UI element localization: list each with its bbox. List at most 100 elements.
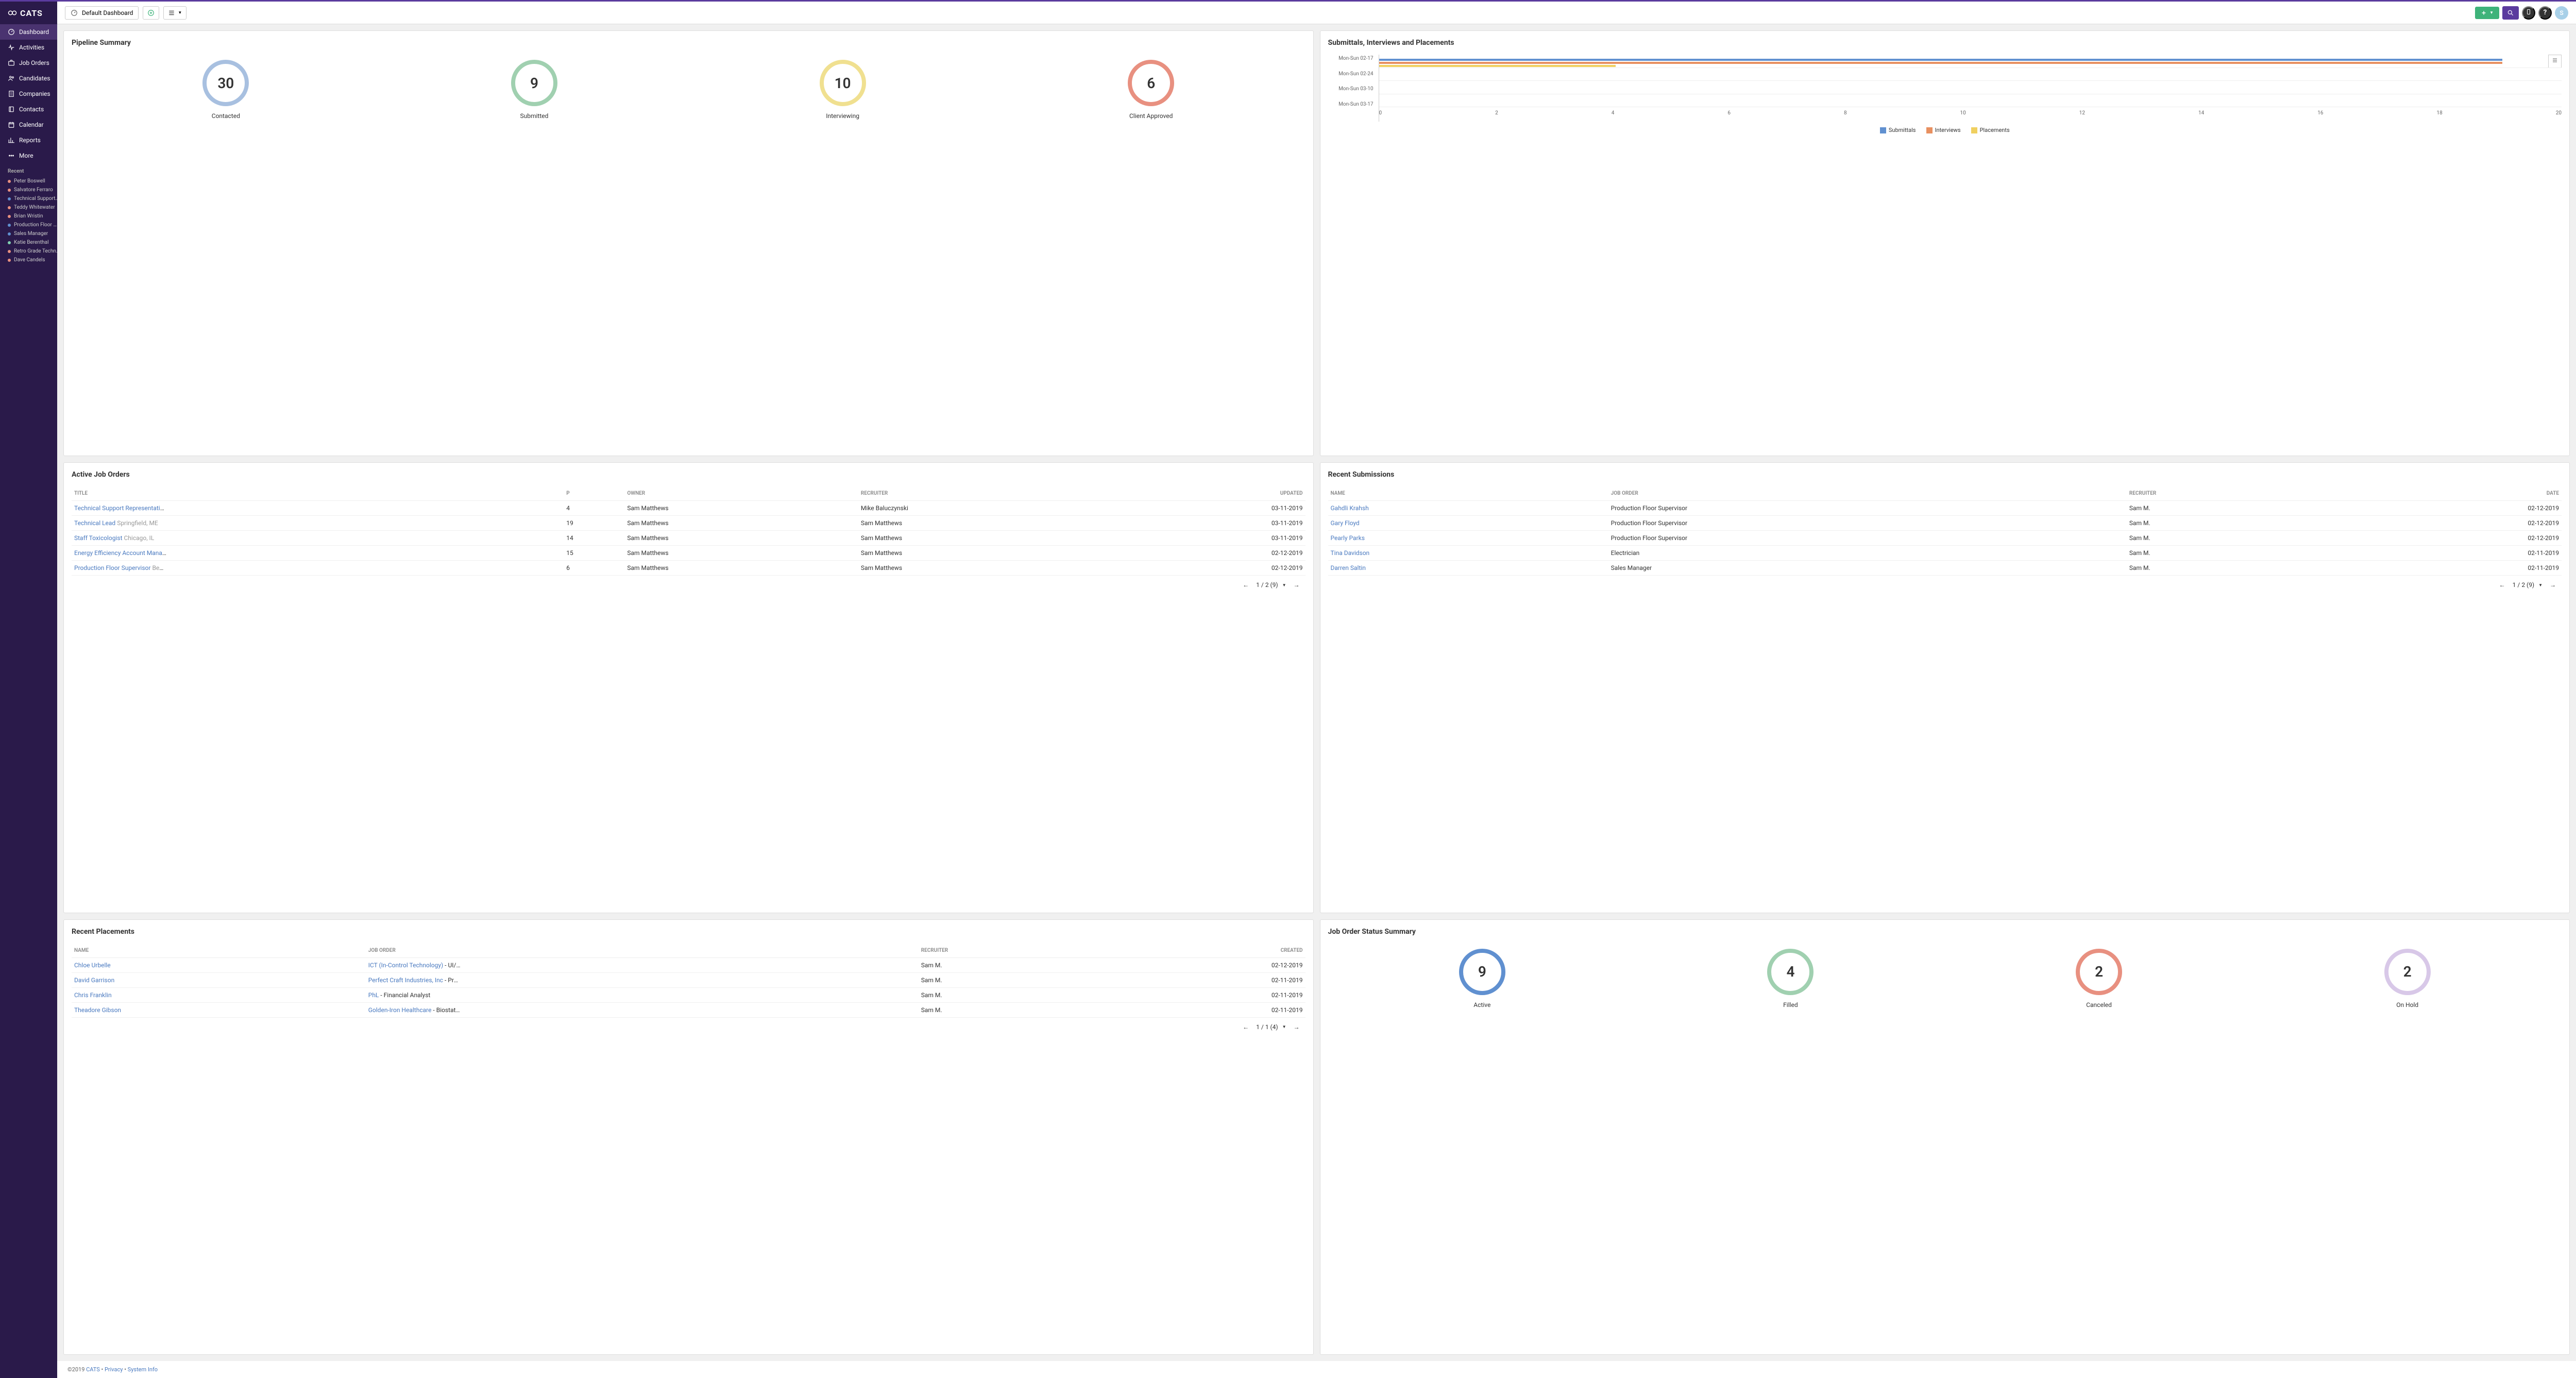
dashboard-menu-button[interactable]: ▼: [163, 6, 187, 20]
column-header[interactable]: JOB ORDER: [366, 944, 919, 958]
sidebar-item-more[interactable]: More: [0, 148, 57, 163]
table-row: Gary FloydProduction Floor SupervisorSam…: [1328, 516, 2562, 531]
cell-recruiter: Sam M.: [919, 987, 1100, 1002]
location-text: Chicago, IL: [124, 534, 154, 542]
candidate-link[interactable]: Chloe Urbelle: [74, 962, 111, 969]
candidate-link[interactable]: Pearly Parks: [1331, 534, 1365, 542]
job-link[interactable]: Energy Efficiency Account Manager: [74, 549, 167, 557]
user-avatar[interactable]: S: [2555, 6, 2568, 20]
pager-text[interactable]: 1 / 2 (9): [1256, 581, 1278, 589]
metric-item[interactable]: 6Client Approved: [1128, 60, 1174, 120]
prev-page-button[interactable]: ←: [1240, 580, 1252, 590]
recent-item[interactable]: Production Floor …: [0, 221, 57, 229]
candidate-link[interactable]: Darren Saltin: [1331, 564, 1366, 572]
column-header[interactable]: CREATED: [1100, 944, 1306, 958]
mobile-button[interactable]: [2522, 6, 2535, 20]
add-dashboard-button[interactable]: [143, 6, 159, 20]
brand-logo[interactable]: CATS: [0, 2, 57, 24]
column-header[interactable]: RECRUITER: [919, 944, 1100, 958]
recent-item[interactable]: Retro Grade Techn…: [0, 247, 57, 256]
metric-item[interactable]: 9Submitted: [511, 60, 557, 120]
sidebar-item-job-orders[interactable]: Job Orders: [0, 55, 57, 71]
company-link[interactable]: ICT (In-Control Technology): [368, 962, 443, 969]
candidate-link[interactable]: Tina Davidson: [1331, 549, 1370, 557]
system-info-link[interactable]: System Info: [128, 1366, 158, 1373]
pager-text[interactable]: 1 / 1 (4): [1256, 1023, 1278, 1031]
sidebar-item-activities[interactable]: Activities: [0, 40, 57, 55]
cell-recruiter: Sam M.: [2127, 531, 2331, 546]
recent-item[interactable]: Technical Support…: [0, 194, 57, 203]
job-link[interactable]: Staff Toxicologist: [74, 534, 123, 542]
metric-item[interactable]: 2Canceled: [2076, 949, 2122, 1009]
recent-item[interactable]: Salvatore Ferraro: [0, 186, 57, 194]
role-text: - Production We: [443, 977, 461, 984]
metric-item[interactable]: 4Filled: [1767, 949, 1814, 1009]
legend-swatch: [1880, 127, 1886, 133]
sidebar-item-reports[interactable]: Reports: [0, 132, 57, 148]
cell-date: 02-12-2019: [2331, 516, 2562, 531]
column-header[interactable]: RECRUITER: [858, 486, 1123, 501]
recent-item[interactable]: Teddy Whitewater: [0, 203, 57, 212]
legend-label: Placements: [1980, 127, 2010, 133]
metric-item[interactable]: 9Active: [1459, 949, 1505, 1009]
help-button[interactable]: ?: [2538, 6, 2552, 20]
table-row: Theadore GibsonGolden-Iron Healthcare - …: [72, 1002, 1306, 1017]
column-header[interactable]: DATE: [2331, 486, 2562, 501]
column-header[interactable]: JOB ORDER: [1608, 486, 2127, 501]
recent-item[interactable]: Dave Candels: [0, 256, 57, 264]
create-button[interactable]: ▼: [2475, 7, 2499, 19]
column-header[interactable]: NAME: [1328, 486, 1608, 501]
candidate-link[interactable]: Theadore Gibson: [74, 1006, 121, 1014]
column-header[interactable]: OWNER: [624, 486, 858, 501]
cell-updated: 03-11-2019: [1123, 531, 1306, 546]
company-link[interactable]: Perfect Craft Industries, Inc: [368, 977, 443, 984]
recent-item[interactable]: Katie Berenthal: [0, 238, 57, 247]
metric-item[interactable]: 30Contacted: [202, 60, 249, 120]
job-link[interactable]: Production Floor Supervisor: [74, 564, 150, 572]
candidate-link[interactable]: Gahdli Krahsh: [1331, 505, 1369, 512]
recent-item[interactable]: Sales Manager: [0, 229, 57, 238]
column-header[interactable]: RECRUITER: [2127, 486, 2331, 501]
cell-created: 02-11-2019: [1100, 1002, 1306, 1017]
legend-item[interactable]: Submittals: [1880, 127, 1916, 133]
building-icon: [8, 90, 15, 97]
chevron-down-icon: ▼: [1282, 583, 1286, 587]
sidebar-item-companies[interactable]: Companies: [0, 86, 57, 102]
company-link[interactable]: PhL: [368, 992, 379, 999]
sidebar-item-contacts[interactable]: Contacts: [0, 102, 57, 117]
column-header[interactable]: UPDATED: [1123, 486, 1306, 501]
candidate-link[interactable]: David Garrison: [74, 977, 114, 984]
pager-text[interactable]: 1 / 2 (9): [2513, 581, 2534, 589]
recent-item[interactable]: Brian Wristin: [0, 212, 57, 221]
job-link[interactable]: Technical Support Representative: [74, 505, 166, 512]
logo-icon: [8, 8, 17, 18]
next-page-button[interactable]: →: [2547, 580, 2559, 590]
sidebar-item-dashboard[interactable]: Dashboard: [0, 24, 57, 40]
prev-page-button[interactable]: ←: [1240, 1022, 1252, 1032]
prev-page-button[interactable]: ←: [2496, 580, 2509, 590]
job-link[interactable]: Technical Lead: [74, 519, 115, 527]
recent-item-label: Teddy Whitewater: [14, 205, 55, 210]
column-header[interactable]: TITLE: [72, 486, 564, 501]
metric-item[interactable]: 2On Hold: [2384, 949, 2431, 1009]
column-header[interactable]: P: [564, 486, 624, 501]
chart-row: [1379, 81, 2562, 94]
column-header[interactable]: NAME: [72, 944, 366, 958]
legend-item[interactable]: Placements: [1971, 127, 2010, 133]
metric-item[interactable]: 10Interviewing: [820, 60, 866, 120]
privacy-link[interactable]: Privacy: [105, 1366, 123, 1373]
next-page-button[interactable]: →: [1291, 580, 1303, 590]
next-page-button[interactable]: →: [1291, 1022, 1303, 1032]
recent-item[interactable]: Peter Boswell: [0, 177, 57, 186]
sidebar-item-calendar[interactable]: Calendar: [0, 117, 57, 132]
footer-brand-link[interactable]: CATS: [86, 1366, 100, 1373]
cell-p: 4: [564, 501, 624, 516]
candidate-link[interactable]: Gary Floyd: [1331, 519, 1360, 527]
sidebar-item-candidates[interactable]: Candidates: [0, 71, 57, 86]
search-button[interactable]: [2502, 6, 2519, 20]
candidate-link[interactable]: Chris Franklin: [74, 992, 112, 999]
company-link[interactable]: Golden-Iron Healthcare: [368, 1006, 432, 1014]
cell-date: 02-12-2019: [2331, 531, 2562, 546]
dashboard-selector[interactable]: Default Dashboard: [65, 6, 139, 20]
legend-item[interactable]: Interviews: [1926, 127, 1961, 133]
